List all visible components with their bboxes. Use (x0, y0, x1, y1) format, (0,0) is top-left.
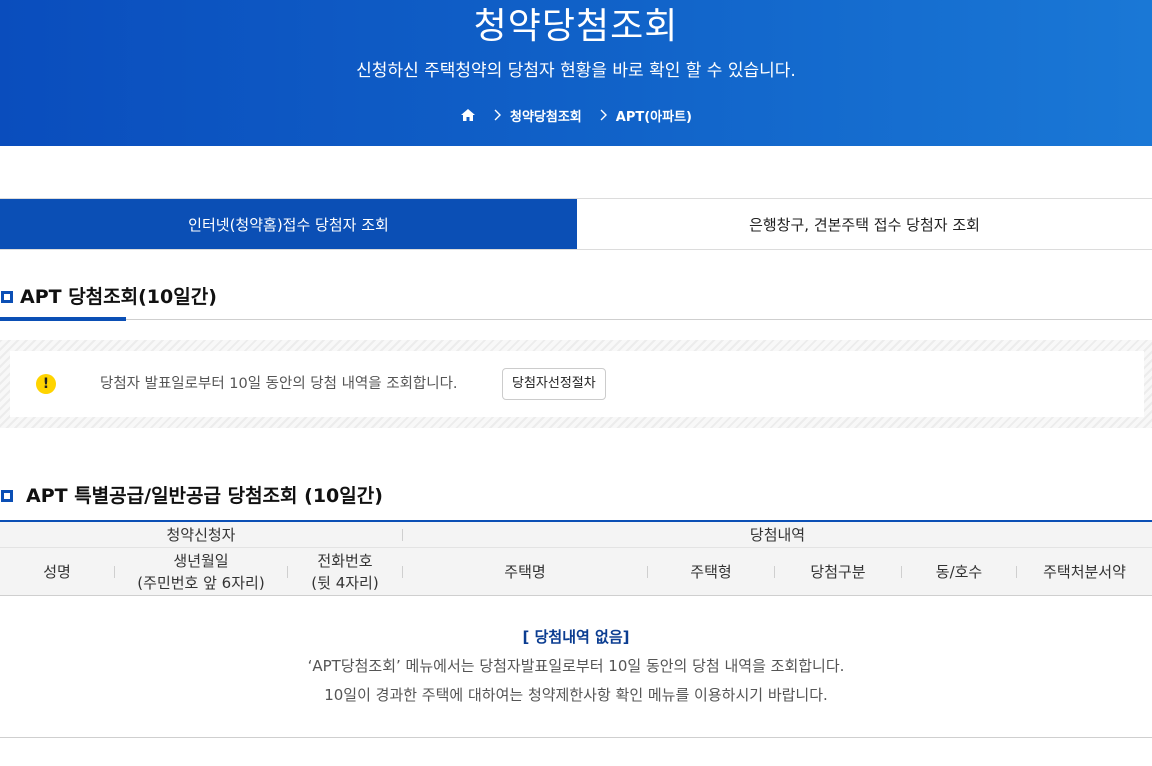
tab-bank-winner[interactable]: 은행창구, 견본주택 접수 당첨자 조회 (577, 199, 1152, 249)
table-column-header-row: 성명 생년월일 (주민번호 앞 6자리) 전화번호 (뒷 4자리) 주택명 주택… (0, 548, 1152, 596)
section-heading-apt-lookup: APT 당첨조회(10일간) (0, 278, 1152, 322)
breadcrumb-link-apt[interactable]: APT(아파트) (616, 106, 692, 125)
column-header-winning-type: 당첨구분 (810, 563, 866, 581)
notice-inner: ! 당첨자 발표일로부터 10일 동안의 당첨 내역을 조회합니다. 당첨자선정… (10, 351, 1144, 417)
column-header-disposal-pledge: 주택처분서약 (1043, 563, 1126, 581)
column-header-birthdate: 생년월일 (주민번호 앞 6자리) (115, 550, 287, 594)
chevron-right-icon (492, 109, 502, 121)
winner-table: 청약신청자 당첨내역 성명 생년월일 (주민번호 앞 6자리) 전화번호 (뒷 … (0, 520, 1152, 738)
chevron-right-icon (598, 109, 608, 121)
tab-internet-winner[interactable]: 인터넷(청약홈)접수 당첨자 조회 (0, 199, 577, 249)
square-bullet-icon (1, 291, 13, 303)
column-header-unit: 동/호수 (935, 563, 983, 581)
breadcrumb: 청약당첨조회 APT(아파트) (0, 104, 1152, 126)
column-header-house-type: 주택형 (690, 563, 732, 581)
section-title: APT 특별공급/일반공급 당첨조회 (10일간) (26, 485, 383, 507)
table-empty-body: [ 당첨내역 없음] ‘APT당첨조회’ 메뉴에서는 당첨자발표일로부터 10일… (0, 596, 1152, 738)
page-subtitle: 신청하신 주택청약의 당첨자 현황을 바로 확인 할 수 있습니다. (356, 61, 796, 81)
page-title: 청약당첨조회 (473, 6, 679, 47)
warning-icon: ! (36, 374, 56, 394)
breadcrumb-link-lottery[interactable]: 청약당첨조회 (510, 106, 582, 125)
divider (0, 319, 1152, 320)
group-header-winning: 당첨내역 (749, 526, 806, 544)
section-title: APT 당첨조회(10일간) (20, 286, 217, 308)
column-header-name: 성명 (43, 563, 71, 581)
empty-result-title: [ 당첨내역 없음] (522, 628, 630, 646)
home-icon[interactable] (460, 108, 476, 122)
heading-accent-bar (0, 317, 126, 321)
empty-result-message: ‘APT당첨조회’ 메뉴에서는 당첨자발표일로부터 10일 동안의 당첨 내역을… (307, 657, 845, 675)
notice-text: 당첨자 발표일로부터 10일 동안의 당첨 내역을 조회합니다. (100, 376, 458, 392)
notice-box: ! 당첨자 발표일로부터 10일 동안의 당첨 내역을 조회합니다. 당첨자선정… (0, 340, 1152, 428)
column-header-subline: (뒷 4자리) (311, 574, 379, 592)
column-header-house-name: 주택명 (504, 563, 546, 581)
table-group-header-row: 청약신청자 당첨내역 (0, 522, 1152, 548)
column-header-phone: 전화번호 (뒷 4자리) (288, 550, 402, 594)
column-header-line: 생년월일 (173, 552, 229, 570)
square-bullet-icon (1, 490, 13, 502)
column-header-line: 전화번호 (317, 552, 373, 570)
group-header-applicant: 청약신청자 (166, 526, 236, 544)
tab-bar: 인터넷(청약홈)접수 당첨자 조회 은행창구, 견본주택 접수 당첨자 조회 (0, 198, 1152, 250)
column-header-subline: (주민번호 앞 6자리) (137, 574, 265, 592)
selection-procedure-button[interactable]: 당첨자선정절차 (502, 368, 606, 400)
empty-result-message: 10일이 경과한 주택에 대하여는 청약제한사항 확인 메뉴를 이용하시기 바랍… (324, 686, 828, 704)
section-heading-supply-lookup: APT 특별공급/일반공급 당첨조회 (10일간) (0, 482, 1152, 512)
page-banner: 청약당첨조회 신청하신 주택청약의 당첨자 현황을 바로 확인 할 수 있습니다… (0, 0, 1152, 146)
